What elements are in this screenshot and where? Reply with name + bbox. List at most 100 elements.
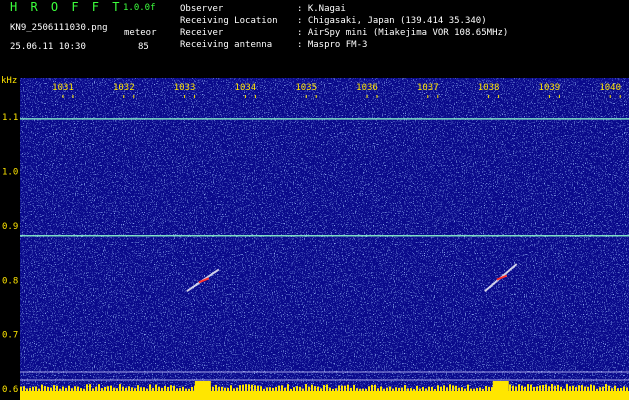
signal-bar-spike	[125, 387, 127, 391]
signal-bar-spike	[404, 385, 406, 391]
signal-bar-spike	[464, 388, 466, 391]
signal-bar-spike	[578, 385, 580, 391]
signal-bar-spike	[365, 388, 367, 391]
y-tick-group: 1.1 1.0 0.9 0.8 0.7 0.6	[2, 113, 18, 395]
signal-bar-spike	[104, 386, 106, 391]
signal-bar-spike	[338, 385, 340, 391]
signal-bar-spike	[626, 387, 628, 391]
signal-bar-spike	[398, 387, 400, 391]
signal-bar-spike	[530, 384, 532, 391]
signal-bar-spike	[395, 387, 397, 391]
signal-bar-spike	[353, 384, 355, 391]
signal-bar-spike	[371, 384, 373, 391]
signal-bar-spike	[53, 385, 55, 391]
signal-bar-spike	[512, 385, 514, 391]
signal-bar-spike	[278, 385, 280, 391]
signal-bar-spike	[575, 387, 577, 391]
signal-bar-spike	[347, 384, 349, 391]
signal-bar-spike	[527, 384, 529, 391]
signal-bar-spike	[335, 388, 337, 391]
signal-bar-spike	[566, 384, 568, 391]
signal-bar-base	[20, 391, 629, 400]
x-tick-label-1036: 1036	[356, 83, 378, 93]
signal-bar-spike	[407, 388, 409, 391]
signal-bar-spike	[569, 386, 571, 391]
signal-bar-spike	[59, 388, 61, 391]
signal-bar-spike	[548, 386, 550, 391]
signal-bar-spike	[41, 384, 43, 391]
signal-bar-spike	[110, 385, 112, 391]
signal-bar-spike	[143, 387, 145, 391]
signal-bar-spike	[188, 388, 190, 391]
signal-bar-spike	[47, 386, 49, 391]
signal-bar-spike	[287, 384, 289, 391]
y-tick-label-1.0: 1.0	[2, 168, 18, 178]
signal-bar-spike	[23, 386, 25, 391]
signal-bar-spike	[467, 384, 469, 391]
signal-bar-spike	[503, 386, 505, 391]
noise-texture	[20, 78, 629, 400]
signal-bar-spike	[65, 387, 67, 391]
signal-bar-spike	[509, 384, 511, 391]
signal-bar-spike	[203, 387, 205, 391]
signal-bar-spike	[479, 387, 481, 391]
signal-bar-spike	[164, 385, 166, 391]
signal-bar-spike	[275, 387, 277, 391]
y-unit-label: kHz	[1, 76, 17, 86]
x-tick-label-1031: 1031	[52, 83, 74, 93]
signal-bar-spike	[617, 388, 619, 391]
signal-bar-spike	[623, 386, 625, 391]
signal-bar-spike	[248, 384, 250, 391]
signal-bar-spike	[308, 386, 310, 391]
spectrogram: 1031 1032 1033 1034 1035 1036 1037 1038 1039 1040…	[1, 76, 629, 400]
signal-bar-spike	[239, 385, 241, 391]
signal-bar-spike	[326, 384, 328, 391]
signal-bar-spike	[485, 385, 487, 391]
signal-bar-spike	[230, 385, 232, 391]
signal-bar-spike	[440, 386, 442, 391]
signal-bar-spike	[98, 384, 100, 391]
signal-bar-spike	[572, 385, 574, 391]
signal-bar-spike	[89, 384, 91, 391]
signal-bar-spike	[269, 387, 271, 391]
x-tick-label-1033: 1033	[174, 83, 196, 93]
signal-bar-spike	[215, 384, 217, 391]
signal-bar-spike	[497, 384, 499, 391]
signal-bar-spike	[368, 386, 370, 391]
signal-bar-spike	[608, 385, 610, 391]
signal-bar-spike	[158, 386, 160, 391]
signal-bar-spike	[191, 386, 193, 391]
signal-bar-spike	[296, 386, 298, 391]
signal-bar-spike	[32, 386, 34, 391]
signal-bar-spike	[473, 388, 475, 391]
signal-bar-spike	[305, 384, 307, 391]
signal-bar-spike	[470, 388, 472, 391]
signal-bar-spike	[425, 388, 427, 391]
signal-bar-spike	[590, 384, 592, 391]
signal-bar-spike	[476, 388, 478, 391]
signal-bar-spike	[86, 384, 88, 391]
x-tick-label-1038: 1038	[478, 83, 500, 93]
signal-bar-spike	[50, 387, 52, 391]
signal-bar-spike	[494, 386, 496, 391]
signal-bar-spike	[113, 387, 115, 391]
signal-bar-spike	[224, 387, 226, 391]
signal-bar-spike	[35, 386, 37, 391]
x-tick-label-1032: 1032	[113, 83, 135, 93]
signal-bar-spike	[71, 388, 73, 391]
signal-bar-spike	[560, 386, 562, 391]
signal-bar-spike	[362, 388, 364, 391]
signal-bar-spike	[77, 386, 79, 391]
signal-bar-spike	[92, 388, 94, 391]
signal-bar-spike	[500, 386, 502, 391]
y-tick-label-0.9: 0.9	[2, 222, 18, 232]
signal-bar-spike	[233, 388, 235, 391]
signal-bar-spike	[101, 388, 103, 391]
signal-bar-spike	[602, 386, 604, 391]
signal-bar-spike	[596, 388, 598, 391]
signal-bar-spike	[545, 384, 547, 391]
signal-bar-spike	[557, 384, 559, 391]
signal-bar-spike	[281, 385, 283, 391]
signal-bar-spike	[515, 386, 517, 391]
x-tick-label-1034: 1034	[235, 83, 257, 93]
